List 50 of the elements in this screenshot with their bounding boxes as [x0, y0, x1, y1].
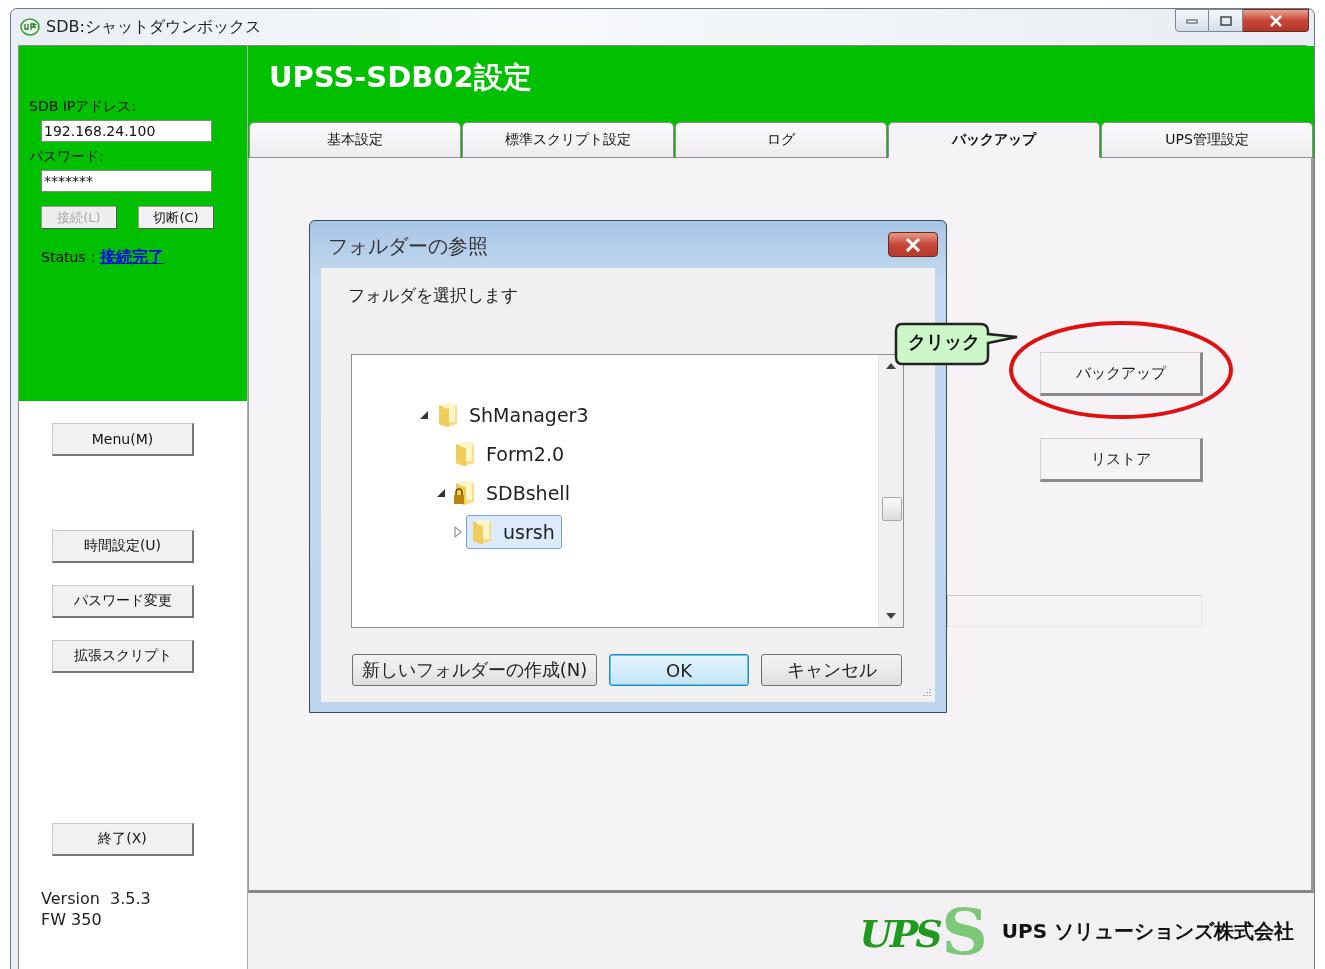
- panel-button[interactable]: リストア: [1040, 438, 1203, 482]
- side-button[interactable]: パスワード変更: [52, 585, 194, 618]
- status-label: Status：: [41, 249, 100, 267]
- expand-arrow-icon[interactable]: [452, 525, 464, 538]
- company-name: UPS ソリューションズ株式会社: [1001, 918, 1294, 945]
- dialog-button[interactable]: 新しいフォルダーの作成(N): [352, 654, 597, 686]
- scrollbar-thumb[interactable]: [882, 497, 902, 521]
- tree-item[interactable]: ShManager3: [432, 397, 596, 432]
- dialog-title: フォルダーの参照: [327, 233, 488, 260]
- side-button[interactable]: 終了(X): [52, 823, 194, 856]
- side-button[interactable]: Menu(M): [52, 423, 194, 456]
- tab[interactable]: UPS管理設定: [1101, 122, 1313, 158]
- field-label: SDB IPアドレス:: [29, 98, 137, 116]
- logo-letter: S: [941, 896, 988, 967]
- connection-button[interactable]: 切断(C): [138, 206, 214, 229]
- tab[interactable]: 基本設定: [249, 122, 461, 158]
- header-title: UPSS-SDB02設定: [269, 60, 532, 94]
- version-text: Version 3.5.3 FW 350: [41, 888, 152, 930]
- close-button[interactable]: [888, 232, 938, 257]
- side-button[interactable]: 拡張スクリプト: [52, 640, 194, 673]
- close-button[interactable]: [1243, 9, 1309, 32]
- maximize-icon: [1219, 15, 1232, 26]
- minimize-button[interactable]: [1175, 9, 1209, 32]
- scroll-up-arrow-icon[interactable]: [886, 363, 896, 369]
- ip-address-field[interactable]: 192.168.24.100: [41, 120, 212, 142]
- tab[interactable]: ログ: [675, 122, 887, 158]
- close-icon: [905, 237, 921, 252]
- tree-item[interactable]: SDBshell: [449, 475, 577, 510]
- tree-item[interactable]: usrsh: [466, 514, 562, 549]
- dialog-prompt: フォルダを選択します: [348, 284, 519, 307]
- resize-grip-icon[interactable]: [920, 687, 932, 699]
- app-icon: [20, 18, 40, 36]
- scroll-down-arrow-icon[interactable]: [886, 613, 896, 619]
- scrollbar[interactable]: [878, 355, 903, 627]
- window-title: SDB:シャットダウンボックス: [46, 16, 261, 38]
- callout: クリック: [894, 321, 1020, 367]
- status-value: 接続完了: [99, 247, 164, 268]
- company-logo: UPS: [859, 909, 940, 958]
- tree-item[interactable]: Form2.0: [449, 436, 572, 471]
- dialog-button[interactable]: OK: [609, 654, 749, 686]
- tab[interactable]: 標準スクリプト設定: [462, 122, 674, 158]
- tab[interactable]: バックアップ: [888, 122, 1100, 158]
- minimize-icon: [1186, 17, 1198, 24]
- field-label: パスワード:: [29, 148, 105, 166]
- password-field[interactable]: *******: [41, 170, 212, 192]
- dialog-button[interactable]: キャンセル: [761, 654, 902, 686]
- panel-button[interactable]: バックアップ: [1040, 352, 1203, 396]
- close-icon: [1267, 14, 1284, 27]
- side-button[interactable]: 時間設定(U): [52, 530, 194, 563]
- maximize-button[interactable]: [1209, 9, 1243, 32]
